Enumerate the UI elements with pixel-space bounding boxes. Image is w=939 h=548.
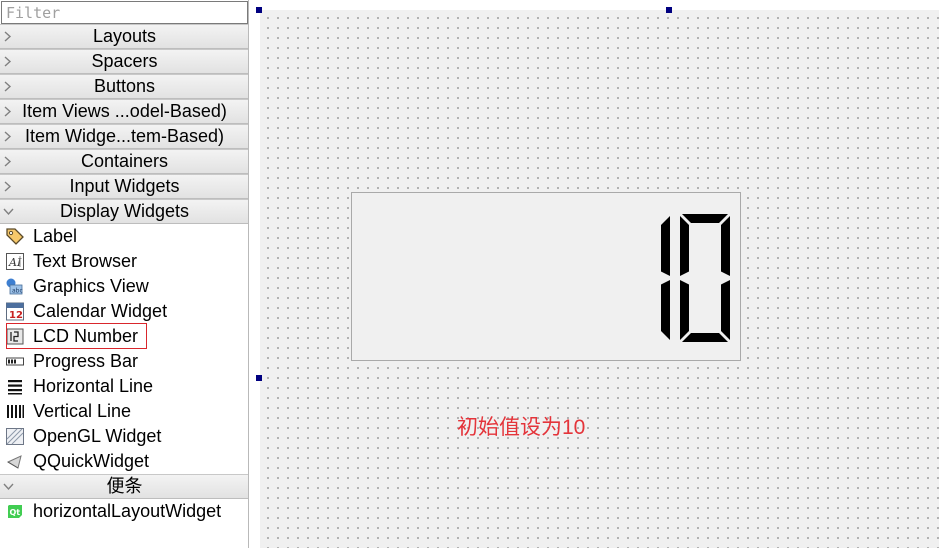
label-tag-icon (5, 227, 25, 246)
widget-item-text-browser[interactable]: AI Text Browser (0, 249, 248, 274)
lcd-display: 10 (661, 214, 730, 342)
calendar-icon: 12 (5, 302, 25, 321)
qt-logo-text: Qt (10, 508, 21, 517)
category-label: 便条 (106, 476, 143, 496)
horizontal-line-icon (5, 377, 25, 396)
chevron-right-icon (3, 50, 15, 73)
selection-handle-top-middle[interactable] (666, 7, 672, 13)
category-label: Spacers (91, 51, 158, 71)
lcd-segment-f (680, 216, 689, 276)
widget-item-name: Progress Bar (33, 351, 139, 371)
svg-text:abc: abc (12, 288, 23, 295)
category-item-widgets[interactable]: Item Widge...tem-Based) (0, 124, 248, 149)
lcd-number-widget[interactable]: 10 (351, 192, 741, 361)
category-spacers[interactable]: Spacers (0, 49, 248, 74)
category-containers[interactable]: Containers (0, 149, 248, 174)
category-item-views[interactable]: Item Views ...odel-Based) (0, 99, 248, 124)
chevron-down-icon (3, 475, 15, 498)
widget-item-name: Vertical Line (33, 401, 132, 421)
text-browser-icon: AI (5, 252, 25, 271)
category-label: Item Widge...tem-Based) (24, 126, 225, 146)
widget-item-name: Text Browser (33, 251, 138, 271)
category-input-widgets[interactable]: Input Widgets (0, 174, 248, 199)
category-layouts[interactable]: Layouts (0, 24, 248, 49)
lcd-segment-d (682, 333, 728, 342)
widget-item-vertical-line[interactable]: Vertical Line (0, 399, 248, 424)
category-label: Input Widgets (69, 176, 180, 196)
widget-item-progress-bar[interactable]: Progress Bar (0, 349, 248, 374)
annotation-text: 初始值设为10 (457, 416, 586, 439)
chevron-down-icon (3, 200, 15, 223)
progress-bar-icon (5, 352, 25, 371)
widget-item-calendar[interactable]: 12 Calendar Widget (0, 299, 248, 324)
category-label: Containers (80, 151, 169, 171)
qt-logo-icon: Qt (5, 502, 25, 521)
widget-item-name: Graphics View (33, 276, 149, 296)
chevron-right-icon (3, 175, 15, 198)
scratchpad-item-horizontal-layout-widget[interactable]: Qt horizontalLayoutWidget (0, 499, 248, 524)
widget-item-name: LCD Number (33, 326, 139, 346)
category-label: Item Views ...odel-Based) (22, 101, 227, 121)
widget-item-qquickwidget[interactable]: QQuickWidget (0, 449, 248, 474)
lcd-digit (661, 216, 670, 340)
graphics-view-icon: abc (5, 277, 25, 296)
widget-item-name: Horizontal Line (33, 376, 154, 396)
category-display-widgets[interactable]: Display Widgets (0, 199, 248, 224)
widget-item-name: Label (33, 226, 78, 246)
filter-input[interactable] (1, 1, 248, 24)
lcd-digits (661, 214, 730, 342)
lcd-segment-a (682, 214, 728, 223)
chevron-right-icon (3, 125, 15, 148)
selection-handle-top-left[interactable] (256, 7, 262, 13)
qquick-icon (5, 452, 25, 471)
widget-item-name: OpenGL Widget (33, 426, 162, 446)
lcd-segment-b (661, 216, 670, 276)
widget-item-name: horizontalLayoutWidget (33, 501, 222, 521)
lcd-number-icon (5, 327, 25, 346)
vertical-line-icon (5, 402, 25, 421)
category-buttons[interactable]: Buttons (0, 74, 248, 99)
chevron-right-icon (3, 75, 15, 98)
lcd-segment-c (721, 280, 730, 340)
category-label: Buttons (93, 76, 156, 96)
widget-item-lcd-number[interactable]: LCD Number (0, 324, 248, 349)
widget-item-label[interactable]: Label (0, 224, 248, 249)
lcd-digit (680, 214, 730, 342)
opengl-icon (5, 427, 25, 446)
category-scratchpad[interactable]: 便条 (0, 474, 248, 499)
selection-handle-middle-left[interactable] (256, 375, 262, 381)
widget-item-horizontal-line[interactable]: Horizontal Line (0, 374, 248, 399)
category-label: Display Widgets (59, 201, 190, 221)
widget-item-name: Calendar Widget (33, 301, 168, 321)
chevron-right-icon (3, 25, 15, 48)
widget-item-graphics-view[interactable]: abc Graphics View (0, 274, 248, 299)
lcd-segment-b (721, 216, 730, 276)
widget-box-panel: Layouts Spacers Buttons Item Views ...od… (0, 0, 249, 548)
category-label: Layouts (92, 26, 157, 46)
lcd-segment-c (661, 280, 670, 340)
widget-item-opengl[interactable]: OpenGL Widget (0, 424, 248, 449)
widget-item-name: QQuickWidget (33, 451, 150, 471)
chevron-right-icon (3, 150, 15, 173)
lcd-segment-e (680, 280, 689, 340)
chevron-right-icon (3, 100, 15, 123)
calendar-day-text: 12 (9, 310, 23, 321)
